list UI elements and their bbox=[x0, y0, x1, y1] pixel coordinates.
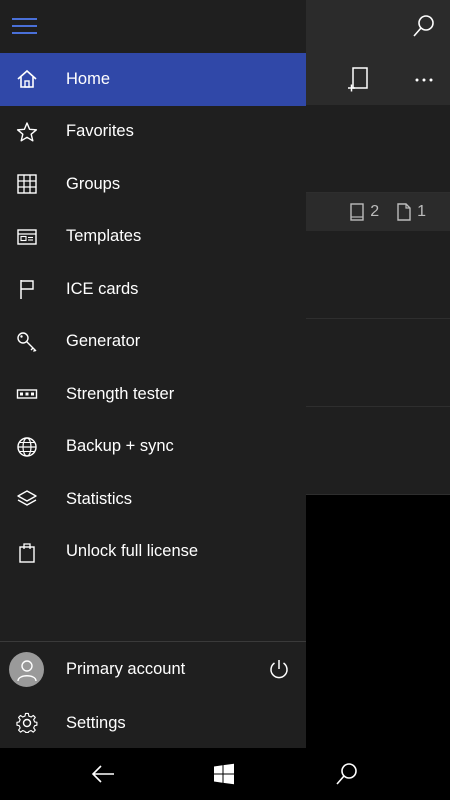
flag-icon bbox=[14, 276, 40, 302]
person-icon bbox=[16, 659, 37, 681]
nav-item-label: ICE cards bbox=[66, 279, 139, 298]
nav-item-home[interactable]: Home bbox=[0, 53, 306, 106]
nav-item-label: Groups bbox=[66, 174, 121, 193]
nav-footer: Primary account Settings bbox=[0, 641, 306, 749]
nav-item-label: Settings bbox=[66, 713, 126, 732]
nav-item-label: Favorites bbox=[66, 122, 134, 141]
system-nav-bar bbox=[0, 748, 450, 800]
back-arrow-icon bbox=[91, 765, 114, 783]
nav-list: Home Favorites Groups Templates ICE card… bbox=[0, 53, 306, 578]
card-count: 2 bbox=[350, 203, 379, 221]
new-item-button[interactable] bbox=[344, 65, 374, 95]
nav-item-statistics[interactable]: Statistics bbox=[0, 473, 306, 526]
card-count-value: 2 bbox=[370, 203, 380, 220]
home-icon bbox=[14, 66, 40, 92]
key-icon bbox=[14, 329, 40, 355]
card-icon bbox=[350, 203, 364, 221]
nav-item-strength-tester[interactable]: Strength tester bbox=[0, 368, 306, 421]
nav-item-favorites[interactable]: Favorites bbox=[0, 106, 306, 159]
hamburger-menu-button[interactable] bbox=[12, 14, 40, 38]
nav-item-templates[interactable]: Templates bbox=[0, 211, 306, 264]
nav-item-groups[interactable]: Groups bbox=[0, 158, 306, 211]
windows-logo-icon bbox=[214, 763, 234, 785]
start-button[interactable] bbox=[209, 759, 239, 789]
more-options-button[interactable] bbox=[408, 65, 440, 95]
globe-icon bbox=[14, 434, 40, 460]
nav-item-label: Backup + sync bbox=[66, 437, 174, 456]
nav-item-label: Strength tester bbox=[66, 384, 175, 403]
hamburger-line bbox=[12, 25, 37, 27]
hamburger-line bbox=[12, 32, 37, 34]
nav-item-ice-cards[interactable]: ICE cards bbox=[0, 263, 306, 316]
search-button[interactable] bbox=[332, 759, 362, 789]
nav-item-label: Templates bbox=[66, 227, 142, 246]
nav-header bbox=[0, 0, 306, 53]
nav-item-label: Unlock full license bbox=[66, 542, 199, 561]
app-search-button[interactable] bbox=[408, 10, 440, 42]
layers-icon bbox=[14, 486, 40, 512]
doc-count-value: 1 bbox=[417, 203, 426, 220]
search-icon bbox=[336, 763, 357, 785]
avatar bbox=[9, 652, 44, 687]
sign-out-button[interactable] bbox=[266, 656, 292, 682]
gear-icon bbox=[14, 710, 40, 736]
new-card-icon bbox=[348, 67, 368, 92]
nav-item-backup-sync[interactable]: Backup + sync bbox=[0, 421, 306, 474]
nav-item-generator[interactable]: Generator bbox=[0, 316, 306, 369]
template-icon bbox=[14, 224, 40, 250]
star-icon bbox=[14, 119, 40, 145]
password-field-icon bbox=[14, 381, 40, 407]
document-icon bbox=[397, 203, 411, 221]
grid-icon bbox=[14, 171, 40, 197]
shopping-bag-icon bbox=[14, 539, 40, 565]
hamburger-line bbox=[12, 18, 37, 20]
nav-item-label: Generator bbox=[66, 332, 141, 351]
power-icon bbox=[270, 660, 288, 679]
ellipsis-icon bbox=[415, 78, 433, 82]
back-button[interactable] bbox=[88, 759, 118, 789]
account-row[interactable]: Primary account bbox=[0, 642, 306, 697]
nav-item-unlock-license[interactable]: Unlock full license bbox=[0, 526, 306, 579]
account-name: Primary account bbox=[66, 660, 186, 678]
navigation-pane: Home Favorites Groups Templates ICE card… bbox=[0, 0, 306, 748]
nav-item-settings[interactable]: Settings bbox=[0, 697, 306, 749]
search-icon bbox=[413, 15, 434, 37]
nav-item-label: Statistics bbox=[66, 489, 133, 508]
doc-count: 1 bbox=[397, 203, 426, 221]
nav-item-label: Home bbox=[66, 69, 111, 88]
